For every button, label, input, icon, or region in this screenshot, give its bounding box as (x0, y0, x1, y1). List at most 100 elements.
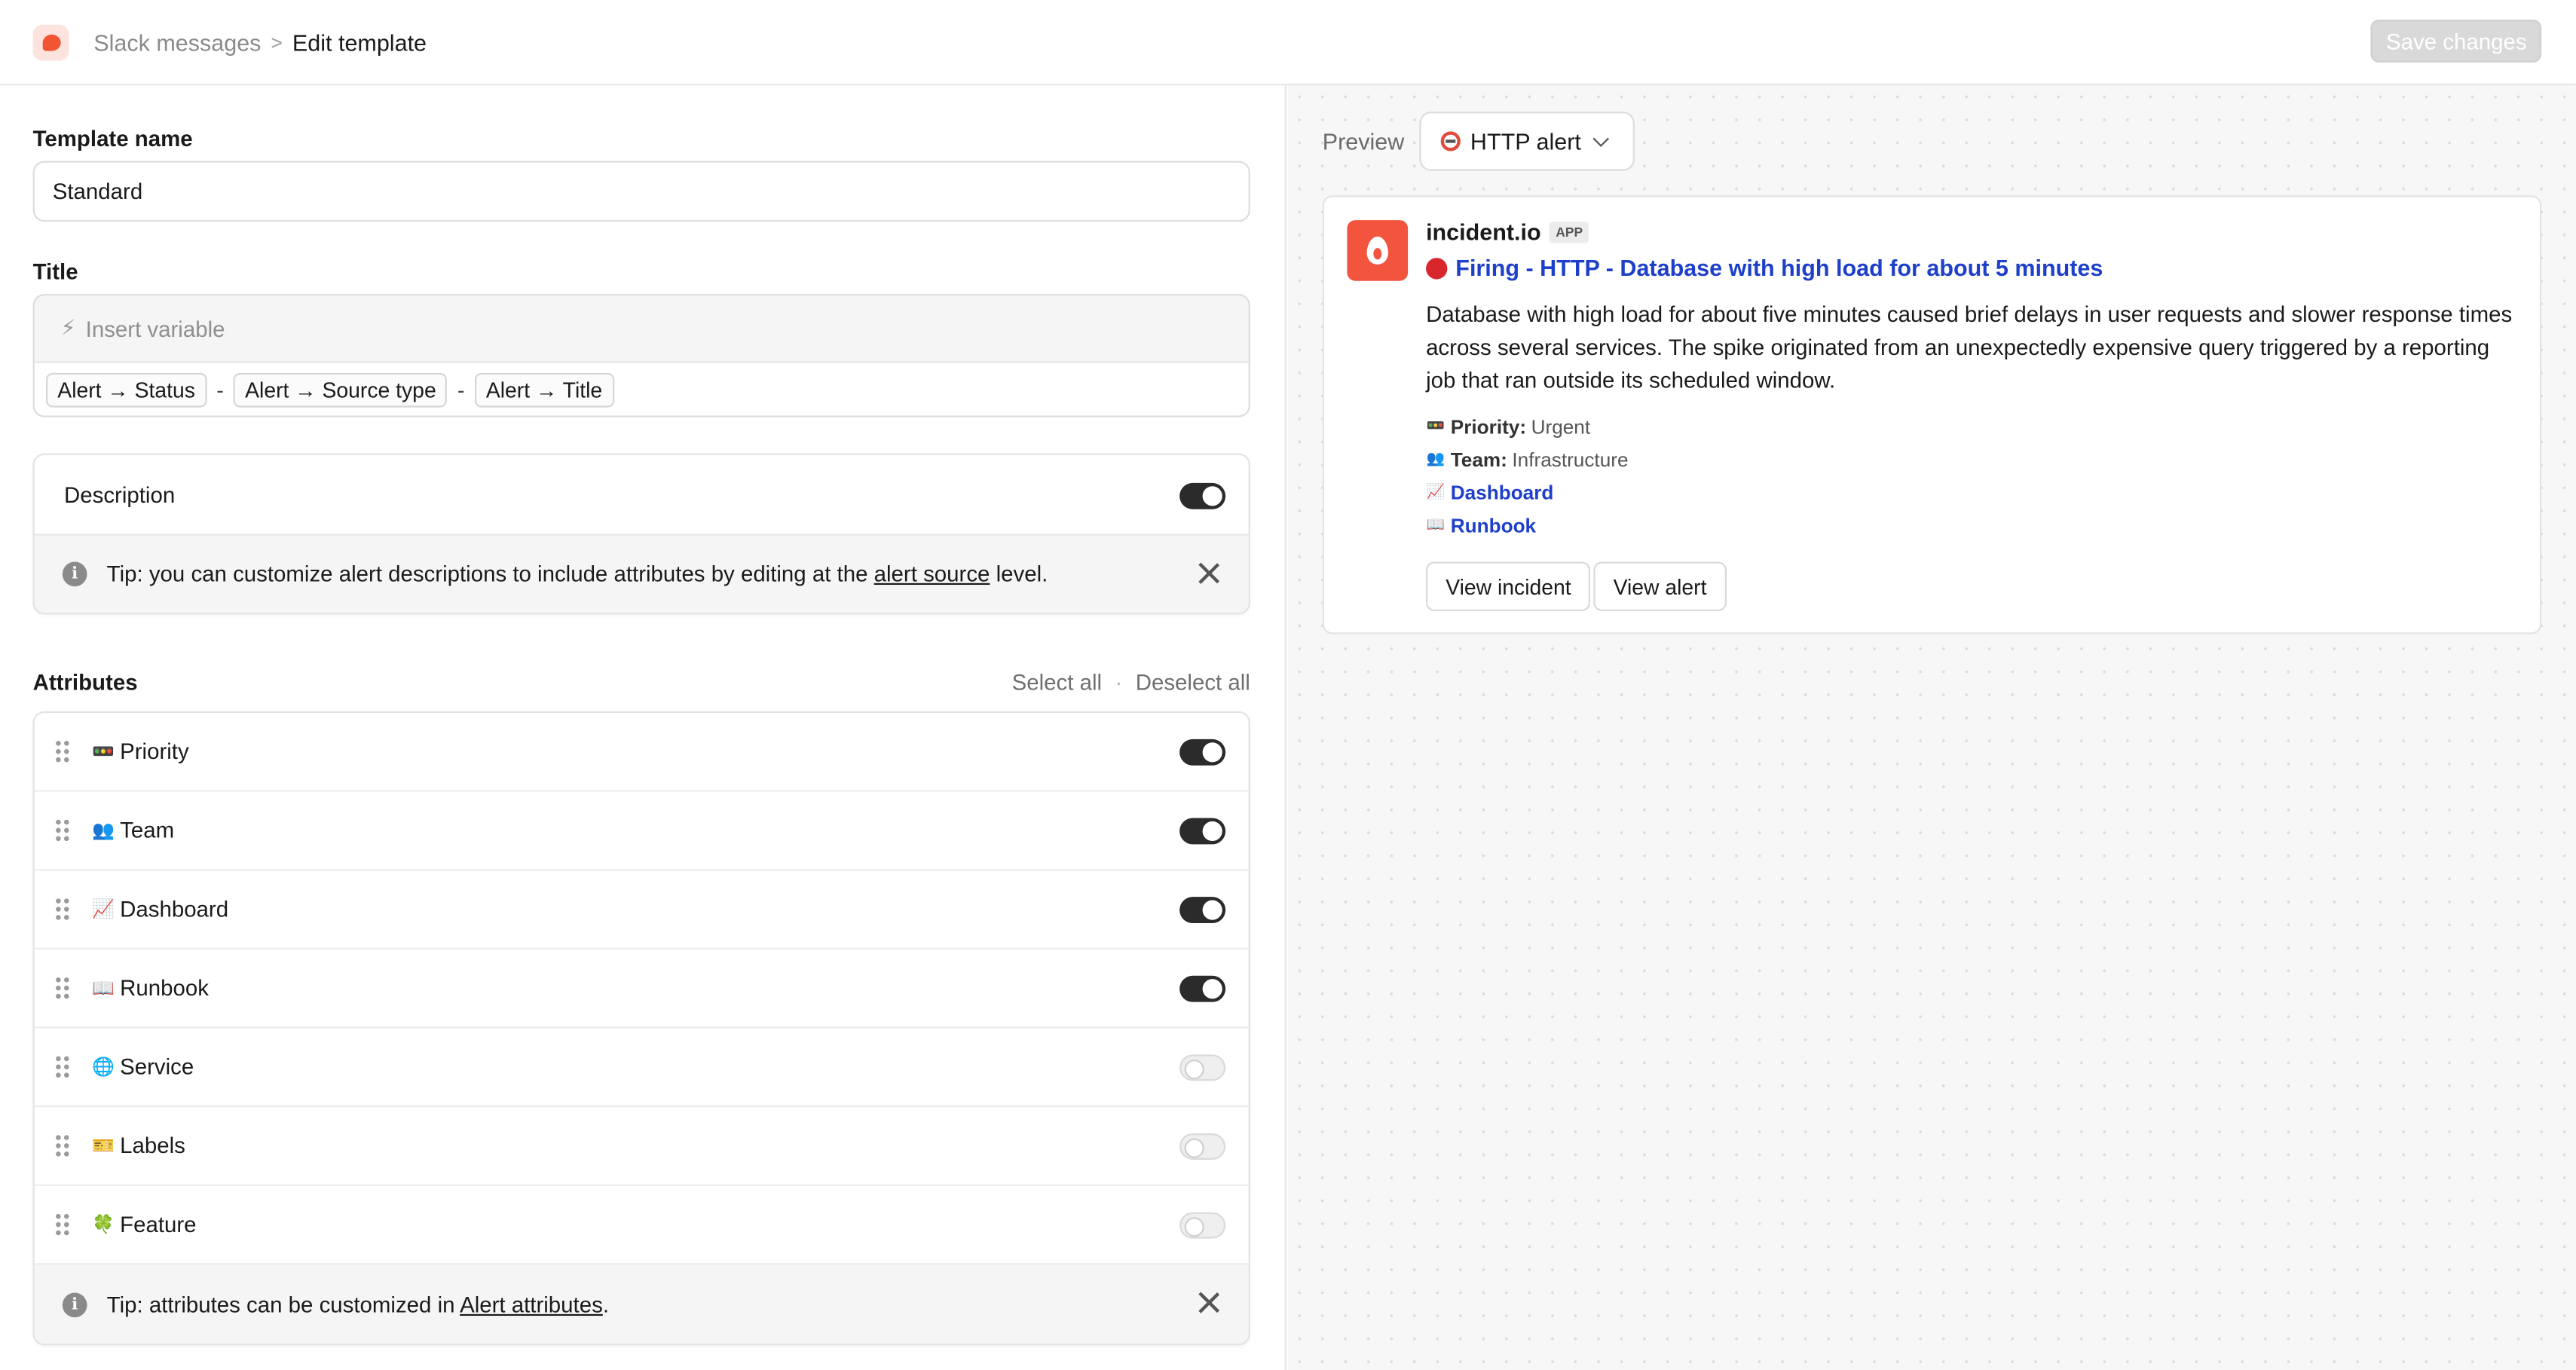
alert-attributes-link[interactable]: Alert attributes (460, 1292, 603, 1316)
attribute-toggle[interactable] (1179, 1054, 1226, 1081)
attributes-tip-text: Tip: attributes can be customized in Ale… (106, 1292, 610, 1317)
runbook-link[interactable]: Runbook (1451, 514, 1536, 537)
drag-handle-icon[interactable] (56, 818, 69, 842)
attributes-separator: · (1115, 670, 1123, 696)
template-name-label: Template name (32, 126, 193, 151)
description-label: Description (64, 482, 176, 507)
message-body: Database with high load for about five m… (1426, 302, 2513, 393)
clover-icon: 🍀 (92, 1213, 115, 1236)
red-circle-icon (1426, 257, 1448, 279)
traffic-light-icon: 🚥 (92, 741, 115, 763)
close-icon[interactable] (1198, 1291, 1221, 1314)
chart-icon: 📈 (92, 898, 115, 920)
slack-message-preview: incident.io APP Firing - HTTP - Database… (1322, 195, 2542, 635)
attribute-toggle[interactable] (1179, 818, 1226, 845)
drag-handle-icon[interactable] (56, 898, 69, 921)
editor-pane: Template name Standard Title ⚡ Insert va… (0, 85, 1286, 1370)
attributes-label: Attributes (32, 670, 138, 696)
attribute-row-team[interactable]: 👥 Team (34, 792, 1249, 871)
deselect-all-button[interactable]: Deselect all (1136, 670, 1250, 695)
incident-flame-icon (1347, 220, 1409, 281)
globe-icon: 🌐 (92, 1056, 115, 1078)
attribute-toggle[interactable] (1179, 897, 1226, 924)
attributes-list: 🚥 Priority 👥 Team 📈 Dashboard 📖 Runbook (32, 711, 1250, 1346)
traffic-light-icon: 🚥 (1426, 418, 1446, 436)
preview-pane: Preview HTTP alert incident.io APP Firin… (1287, 85, 2576, 1370)
attribute-label: Dashboard (120, 897, 229, 922)
drag-handle-icon[interactable] (56, 1055, 69, 1079)
breadcrumb-separator-icon: > (271, 30, 283, 54)
people-icon: 👥 (1426, 451, 1446, 469)
attribute-toggle[interactable] (1179, 1212, 1226, 1239)
attributes-tip: i Tip: attributes can be customized in A… (34, 1264, 1249, 1344)
attribute-toggle[interactable] (1179, 739, 1226, 766)
attribute-label: Feature (120, 1212, 197, 1237)
attribute-label: Labels (120, 1133, 185, 1158)
attribute-toggle[interactable] (1179, 975, 1226, 1002)
drag-handle-icon[interactable] (56, 976, 69, 1000)
attribute-toggle[interactable] (1179, 1133, 1226, 1160)
preview-selected-value: HTTP alert (1470, 128, 1581, 154)
attribute-row-feature[interactable]: 🍀 Feature (34, 1186, 1249, 1265)
description-tip: i Tip: you can customize alert descripti… (34, 534, 1249, 613)
attribute-row-service[interactable]: 🌐 Service (34, 1029, 1249, 1108)
description-tip-text: Tip: you can customize alert description… (106, 561, 1048, 587)
variable-chip[interactable]: Alert → Status (46, 372, 207, 408)
meta-runbook[interactable]: 📖 Runbook (1426, 514, 1536, 537)
info-icon: i (62, 1292, 87, 1317)
people-icon: 👥 (92, 819, 115, 842)
attribute-label: Runbook (120, 975, 209, 1001)
chevron-down-icon (1592, 130, 1610, 147)
meta-priority: 🚥 Priority: Urgent (1426, 415, 1591, 439)
meta-dashboard[interactable]: 📈 Dashboard (1426, 482, 1553, 505)
attribute-label: Service (120, 1054, 194, 1080)
attribute-label: Priority (120, 739, 189, 764)
title-variables[interactable]: Alert → Status - Alert → Source type - A… (35, 363, 1249, 416)
app-badge: APP (1549, 221, 1589, 243)
description-card: Description i Tip: you can customize ale… (32, 453, 1250, 615)
title-label: Title (32, 259, 78, 285)
title-editor[interactable]: ⚡ Insert variable Alert → Status - Alert… (32, 294, 1250, 417)
view-alert-button[interactable]: View alert (1593, 561, 1727, 611)
drag-handle-icon[interactable] (56, 1213, 69, 1237)
save-changes-button[interactable]: Save changes (2371, 20, 2542, 63)
preview-label: Preview (1322, 128, 1405, 154)
title-separator: - (457, 378, 465, 403)
info-icon: i (62, 561, 87, 587)
attribute-row-runbook[interactable]: 📖 Runbook (34, 950, 1249, 1029)
description-toggle[interactable] (1179, 482, 1226, 509)
insert-variable-label: Insert variable (85, 316, 225, 341)
view-incident-button[interactable]: View incident (1426, 561, 1591, 611)
page-title: Edit template (292, 29, 427, 56)
slack-message-icon (32, 23, 69, 60)
attribute-row-labels[interactable]: 🎫 Labels (34, 1107, 1249, 1186)
http-icon (1440, 131, 1461, 151)
drag-handle-icon[interactable] (56, 739, 69, 763)
title-separator: - (216, 378, 224, 403)
attribute-row-priority[interactable]: 🚥 Priority (34, 713, 1249, 792)
description-row: Description (35, 455, 1249, 534)
close-icon[interactable] (1198, 561, 1221, 585)
variable-chip[interactable]: Alert → Title (474, 372, 614, 408)
alert-source-link[interactable]: alert source (874, 561, 990, 586)
attribute-row-dashboard[interactable]: 📈 Dashboard (34, 870, 1249, 950)
top-bar: Slack messages > Edit template Save chan… (0, 0, 2576, 86)
select-all-button[interactable]: Select all (1012, 670, 1102, 695)
lightning-icon: ⚡ (60, 315, 76, 341)
variable-chip[interactable]: Alert → Source type (233, 372, 448, 408)
attribute-label: Team (120, 818, 175, 843)
template-name-input[interactable]: Standard (32, 161, 1250, 222)
dashboard-link[interactable]: Dashboard (1451, 482, 1554, 505)
attributes-header: Attributes Select all · Deselect all (33, 670, 1250, 695)
meta-team: 👥 Team: Infrastructure (1426, 448, 1629, 472)
drag-handle-icon[interactable] (56, 1134, 69, 1157)
chart-icon: 📈 (1426, 485, 1446, 501)
message-title[interactable]: Firing - HTTP - Database with high load … (1426, 255, 2103, 281)
preview-alert-select[interactable]: HTTP alert (1419, 112, 1635, 171)
insert-variable-button[interactable]: ⚡ Insert variable (34, 295, 1249, 363)
breadcrumb-parent[interactable]: Slack messages (93, 29, 261, 55)
book-icon: 📖 (1426, 517, 1446, 534)
bot-name: incident.io APP (1426, 219, 1589, 245)
book-icon: 📖 (92, 977, 115, 999)
ticket-icon: 🎫 (92, 1135, 115, 1157)
